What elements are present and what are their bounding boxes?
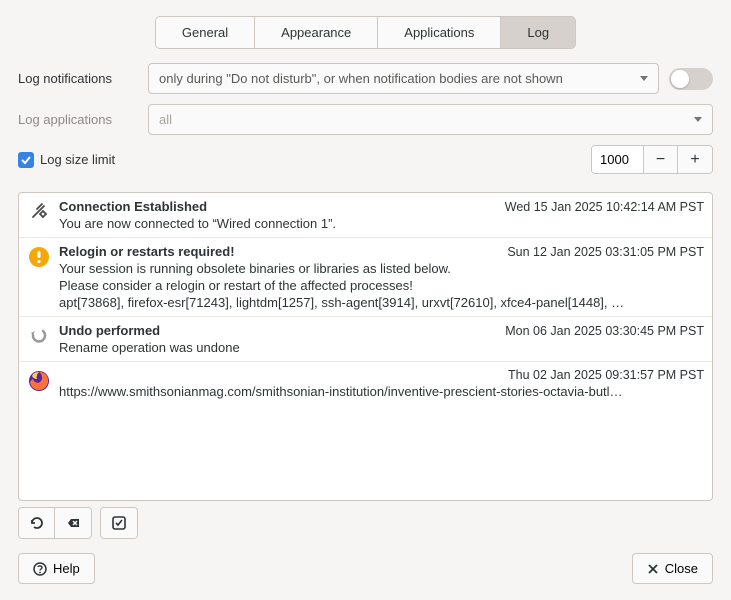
log-applications-value: all bbox=[159, 112, 172, 127]
log-entry-time: Mon 06 Jan 2025 03:30:45 PM PST bbox=[505, 324, 704, 338]
chevron-down-icon bbox=[640, 76, 648, 81]
log-entry-text: You are now connected to “Wired connecti… bbox=[59, 216, 704, 231]
log-notifications-label: Log notifications bbox=[18, 71, 138, 86]
log-size-limit-checkbox[interactable] bbox=[18, 152, 34, 168]
warning-icon bbox=[27, 246, 51, 310]
help-icon bbox=[33, 562, 47, 576]
mark-read-button[interactable] bbox=[101, 508, 137, 538]
close-label: Close bbox=[665, 561, 698, 576]
log-entry-text: Your session is running obsolete binarie… bbox=[59, 261, 704, 276]
tab-applications[interactable]: Applications bbox=[378, 17, 501, 48]
log-entry[interactable]: Connection Established Wed 15 Jan 2025 1… bbox=[19, 193, 712, 238]
help-label: Help bbox=[53, 561, 80, 576]
log-notifications-value: only during "Do not disturb", or when no… bbox=[159, 71, 563, 86]
undo-icon bbox=[27, 325, 51, 355]
tab-appearance[interactable]: Appearance bbox=[255, 17, 378, 48]
log-toolbar bbox=[18, 507, 713, 539]
log-entry[interactable]: Relogin or restarts required! Sun 12 Jan… bbox=[19, 238, 712, 317]
help-button[interactable]: Help bbox=[18, 553, 95, 584]
refresh-icon bbox=[29, 515, 45, 531]
log-entry-title: Relogin or restarts required! bbox=[59, 244, 235, 259]
clear-icon bbox=[65, 515, 81, 531]
log-entry-emph: Please consider a relogin or restart of … bbox=[59, 278, 704, 293]
log-entry[interactable]: Thu 02 Jan 2025 09:31:57 PM PST https://… bbox=[19, 362, 712, 405]
tab-log[interactable]: Log bbox=[501, 17, 575, 48]
log-notifications-select[interactable]: only during "Do not disturb", or when no… bbox=[148, 63, 659, 94]
tab-bar: General Appearance Applications Log bbox=[18, 16, 713, 49]
close-icon bbox=[647, 563, 659, 575]
log-applications-select[interactable]: all bbox=[148, 104, 713, 135]
refresh-button[interactable] bbox=[19, 508, 55, 538]
firefox-icon bbox=[27, 370, 51, 399]
log-entry-detail: apt[73868], firefox-esr[71243], lightdm[… bbox=[59, 295, 704, 310]
log-size-limit-label: Log size limit bbox=[40, 152, 115, 167]
clear-button[interactable] bbox=[55, 508, 91, 538]
log-entry-time: Thu 02 Jan 2025 09:31:57 PM PST bbox=[508, 368, 704, 382]
log-size-limit-input[interactable] bbox=[592, 146, 644, 173]
dialog-footer: Help Close bbox=[18, 553, 713, 584]
log-entry-title: Undo performed bbox=[59, 323, 160, 338]
log-entry-time: Sun 12 Jan 2025 03:31:05 PM PST bbox=[507, 245, 704, 259]
log-list[interactable]: Connection Established Wed 15 Jan 2025 1… bbox=[18, 192, 713, 501]
check-icon bbox=[20, 154, 32, 166]
log-notifications-toggle[interactable] bbox=[669, 68, 713, 90]
decrement-button[interactable]: − bbox=[644, 146, 678, 173]
log-entry-text: Rename operation was undone bbox=[59, 340, 704, 355]
log-entry[interactable]: Undo performed Mon 06 Jan 2025 03:30:45 … bbox=[19, 317, 712, 362]
log-entry-time: Wed 15 Jan 2025 10:42:14 AM PST bbox=[505, 200, 704, 214]
increment-button[interactable]: + bbox=[678, 146, 712, 173]
log-entry-title: Connection Established bbox=[59, 199, 207, 214]
chevron-down-icon bbox=[694, 117, 702, 122]
tab-general[interactable]: General bbox=[156, 17, 255, 48]
log-size-limit-spinner: − + bbox=[591, 145, 713, 174]
checkbox-icon bbox=[111, 515, 127, 531]
log-entry-text: https://www.smithsonianmag.com/smithsoni… bbox=[59, 384, 704, 399]
log-applications-label: Log applications bbox=[18, 112, 138, 127]
close-button[interactable]: Close bbox=[632, 553, 713, 584]
plug-icon bbox=[27, 201, 51, 231]
